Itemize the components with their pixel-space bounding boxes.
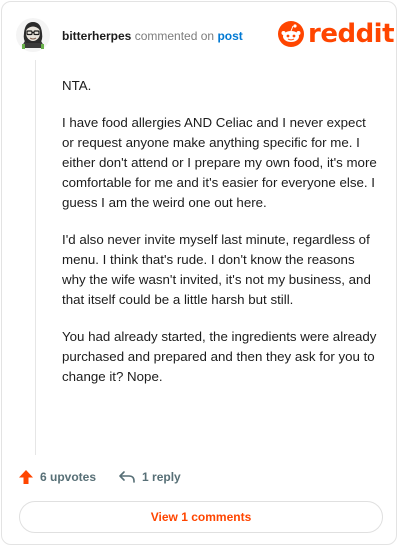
snoo-icon: [278, 21, 304, 47]
comment-card: bitterherpes commented on post reddit NT…: [1, 1, 397, 545]
reddit-wordmark: reddit: [308, 19, 395, 49]
avatar-icon: [16, 18, 50, 52]
upvote-button[interactable]: 6 upvotes: [18, 469, 96, 485]
comment-verb: commented on: [134, 29, 215, 43]
comment-header: bitterherpes commented on post: [62, 29, 243, 43]
comment-actions: 6 upvotes 1 reply: [18, 468, 181, 486]
reply-count: 1 reply: [142, 470, 181, 484]
view-comments-button[interactable]: View 1 comments: [19, 501, 383, 533]
upvote-arrow-icon: [19, 470, 33, 484]
reply-arrow-icon: [119, 471, 135, 483]
reddit-logo[interactable]: reddit: [278, 18, 395, 50]
view-comments-label: View 1 comments: [150, 510, 252, 524]
comment-paragraph: I'd also never invite myself last minute…: [62, 232, 371, 307]
upvote-count: 6 upvotes: [40, 470, 97, 484]
comment-paragraph: You had already started, the ingredients…: [62, 329, 377, 384]
thread-line: [35, 60, 36, 455]
comment-paragraph: I have food allergies AND Celiac and I n…: [62, 115, 377, 210]
user-avatar[interactable]: [16, 18, 50, 52]
username-link[interactable]: bitterherpes: [62, 29, 131, 43]
reply-button[interactable]: 1 reply: [118, 470, 181, 484]
post-link[interactable]: post: [217, 29, 242, 43]
comment-paragraph: NTA.: [62, 78, 92, 93]
comment-body: NTA. I have food allergies AND Celiac an…: [62, 76, 378, 404]
